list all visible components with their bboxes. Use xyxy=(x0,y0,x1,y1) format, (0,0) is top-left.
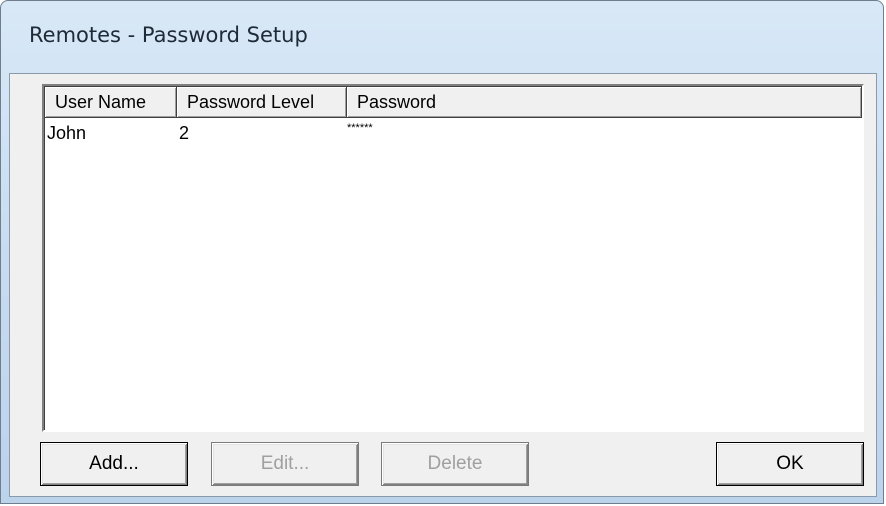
column-header-password[interactable]: Password xyxy=(347,87,862,118)
dialog-client-area: User Name Password Level Password John 2… xyxy=(9,73,877,497)
dialog-window: Remotes - Password Setup User Name Passw… xyxy=(0,0,884,504)
column-header-user-name[interactable]: User Name xyxy=(45,87,177,118)
list-header: User Name Password Level Password xyxy=(45,87,862,118)
list-rows: John 2 ****** xyxy=(45,118,862,148)
delete-button[interactable]: Delete xyxy=(381,442,529,486)
window-title: Remotes - Password Setup xyxy=(29,23,308,47)
edit-button[interactable]: Edit... xyxy=(211,442,359,486)
add-button[interactable]: Add... xyxy=(40,442,188,486)
users-list-view[interactable]: User Name Password Level Password John 2… xyxy=(42,84,864,432)
cell-password-level: 2 xyxy=(179,122,190,143)
list-row[interactable]: John 2 ****** xyxy=(45,118,862,148)
cell-user-name: John xyxy=(47,122,87,143)
cell-password: ****** xyxy=(347,122,373,134)
ok-button[interactable]: OK xyxy=(716,442,864,486)
column-header-password-level[interactable]: Password Level xyxy=(177,87,347,118)
title-bar[interactable]: Remotes - Password Setup xyxy=(1,1,883,73)
list-view-inner: User Name Password Level Password John 2… xyxy=(44,86,862,430)
